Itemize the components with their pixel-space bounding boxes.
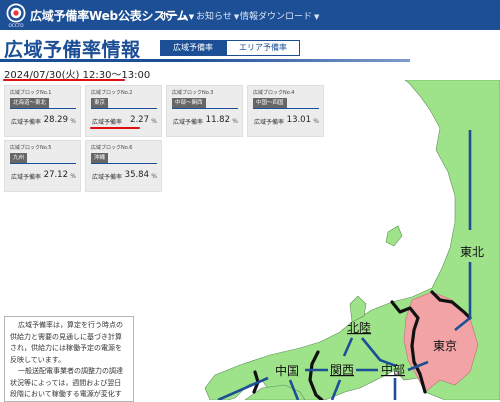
card-block-no: 広域ブロックNo.2 [91, 90, 133, 96]
chevron-down-icon: ▼ [233, 13, 240, 21]
card-unit: % [70, 118, 76, 125]
region-label-kansai: 関西 [330, 363, 354, 377]
explanation-paragraph: 広域予備率は，算定を行う時点の供給力と需要の見通しに基づき計算され，供給力には稼… [10, 321, 123, 364]
card-label: 広域予備率 [92, 119, 123, 126]
block-card[interactable]: 広域ブロックNo.3 中部～関西 広域予備率 11.82 % [166, 85, 243, 137]
card-divider [172, 108, 238, 109]
chevron-down-icon: ▼ [314, 13, 320, 21]
explanation-panel: 広域予備率は，算定を行う時点の供給力と需要の見通しに基づき計算され，供給力には稼… [4, 316, 134, 402]
card-area-name: 中国～四国 [253, 98, 287, 108]
card-divider [91, 163, 157, 164]
block-card[interactable]: 広域ブロックNo.1 北海道～東北 広域予備率 28.29 % [4, 85, 81, 137]
card-label: 広域予備率 [92, 174, 123, 181]
occto-logo[interactable]: OCCTO [4, 2, 28, 28]
explanation-paragraph: 一般送配電事業者の調整力の調達状況等によっては，週間および翌日段階において稼働す… [10, 367, 123, 398]
card-label: 広域予備率 [11, 174, 42, 181]
card-divider [253, 108, 319, 109]
card-label: 広域予備率 [254, 119, 285, 126]
card-reserve-value: 13.01 [286, 115, 311, 125]
nav-news-label: お知らせ [196, 12, 232, 22]
region-label-tokyo: 東京 [433, 339, 457, 353]
card-unit: % [70, 173, 76, 180]
page-title: 広域予備率情報 [4, 39, 141, 61]
tab-wide-area-reserve[interactable]: 広域予備率 [160, 40, 226, 56]
chevron-down-icon: ▼ [188, 13, 195, 21]
handwritten-underline [90, 127, 140, 129]
nav-news[interactable]: お知らせ ▼ [196, 9, 239, 22]
card-area-name: 九州 [10, 153, 28, 163]
block-card[interactable]: 広域ブロックNo.6 沖縄 広域予備率 35.84 % [85, 140, 162, 192]
card-area-name: 沖縄 [91, 153, 109, 163]
view-tabs: 広域予備率 エリア予備率 [160, 40, 300, 56]
card-unit: % [313, 118, 319, 125]
card-unit: % [232, 118, 238, 125]
card-block-no: 広域ブロックNo.1 [10, 90, 52, 96]
card-area-name: 東京 [91, 98, 109, 108]
card-reserve-value: 35.84 [124, 170, 149, 180]
block-card[interactable]: 広域ブロックNo.4 中国～四国 広域予備率 13.01 % [247, 85, 324, 137]
card-area-name: 北海道～東北 [10, 98, 50, 108]
region-label-chubu: 中部 [381, 362, 405, 377]
card-unit: % [151, 173, 157, 180]
card-reserve-value: 28.29 [43, 115, 68, 125]
region-label-hokuriku: 北陸 [347, 321, 371, 335]
card-divider [10, 108, 76, 109]
card-unit: % [151, 118, 157, 125]
card-area-name: 中部～関西 [172, 98, 206, 108]
tab-area-reserve[interactable]: エリア予備率 [226, 40, 300, 56]
card-label: 広域予備率 [173, 119, 204, 126]
card-reserve-value: 2.27 [130, 115, 149, 125]
card-divider [91, 108, 157, 109]
card-block-no: 広域ブロックNo.5 [10, 145, 52, 151]
top-navigation-bar: OCCTO 広域予備率Web公表システム ホーム ▼ お知らせ ▼ 情報ダウンロード… [0, 0, 500, 30]
map-land-sado [385, 225, 403, 247]
block-card[interactable]: 広域ブロックNo.2 東京 広域予備率 2.27 % [85, 85, 162, 137]
region-label-chugoku: 中国 [275, 363, 299, 378]
card-reserve-value: 11.82 [205, 115, 230, 125]
nav-download[interactable]: 情報ダウンロード ▼ [240, 9, 319, 22]
card-divider [10, 163, 76, 164]
card-block-no: 広域ブロックNo.4 [253, 90, 295, 96]
block-card[interactable]: 広域ブロックNo.5 九州 広域予備率 27.12 % [4, 140, 81, 192]
title-underline [0, 59, 410, 62]
svg-text:OCCTO: OCCTO [9, 23, 25, 28]
card-block-no: 広域ブロックNo.3 [172, 90, 214, 96]
nav-download-label: 情報ダウンロード [240, 12, 313, 22]
card-block-no: 広域ブロックNo.6 [91, 145, 133, 151]
region-label-tohoku: 東北 [460, 245, 484, 259]
card-reserve-value: 27.12 [43, 170, 68, 180]
nav-home[interactable]: ホーム ▼ [160, 9, 194, 22]
card-label: 広域予備率 [11, 119, 42, 126]
nav-home-label: ホーム [160, 12, 187, 22]
